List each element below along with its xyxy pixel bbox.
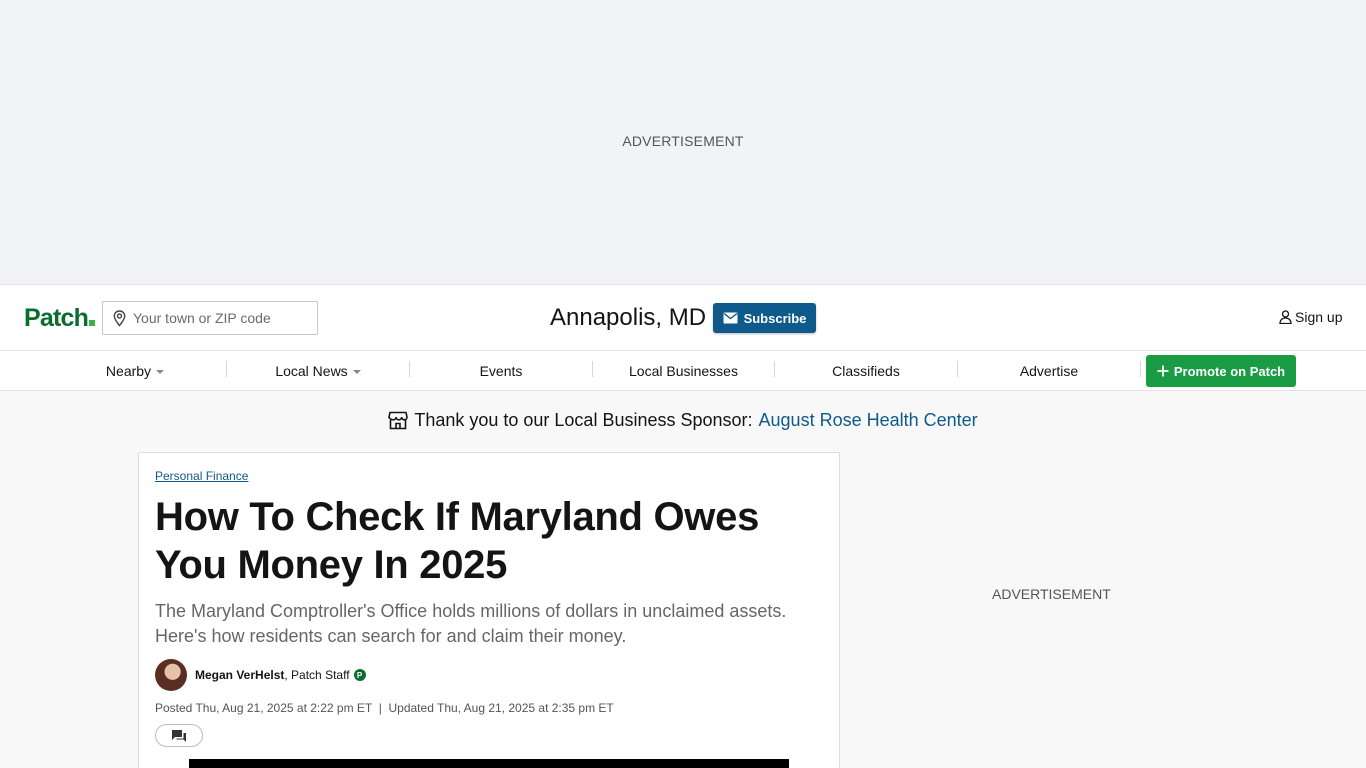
comment-icon — [172, 729, 186, 742]
nav-item-local-news[interactable]: Local News — [227, 351, 409, 391]
plus-icon — [1157, 365, 1169, 377]
zip-search-input[interactable] — [133, 310, 303, 326]
site-header: Patch Annapolis, MD Subscribe Sign up — [0, 284, 1366, 351]
article-dates: Posted Thu, Aug 21, 2025 at 2:22 pm ET |… — [155, 701, 614, 715]
mail-icon — [723, 312, 738, 324]
storefront-icon — [388, 411, 409, 430]
nav-item-events[interactable]: Events — [410, 351, 592, 391]
category-link[interactable]: Personal Finance — [155, 469, 248, 483]
subscribe-label: Subscribe — [743, 310, 807, 326]
byline: Megan VerHelst , Patch Staff P — [155, 659, 366, 691]
nav-label: Events — [479, 363, 523, 379]
nav-label: Local Businesses — [629, 363, 738, 379]
logo-dot — [89, 320, 96, 326]
promote-label: Promote on Patch — [1173, 363, 1286, 379]
author-role: , Patch Staff — [284, 668, 350, 682]
sign-up-label: Sign up — [1295, 309, 1343, 325]
top-advertisement: ADVERTISEMENT — [0, 0, 1366, 284]
nav-label: Advertise — [1019, 363, 1079, 379]
author-name[interactable]: Megan VerHelst — [195, 668, 284, 682]
sponsor-banner: Thank you to our Local Business Sponsor:… — [0, 410, 1366, 431]
sponsor-text: Thank you to our Local Business Sponsor: — [414, 410, 753, 430]
nav-item-advertise[interactable]: Advertise — [958, 351, 1140, 391]
user-icon — [1279, 310, 1292, 324]
town-name[interactable]: Annapolis, MD — [550, 304, 706, 332]
author-avatar[interactable] — [155, 659, 187, 691]
article-media[interactable] — [189, 759, 789, 768]
nav-label: Nearby — [105, 363, 152, 379]
nav-divider — [1140, 361, 1141, 377]
nav-item-local-businesses[interactable]: Local Businesses — [593, 351, 774, 391]
sidebar-advertisement-label: ADVERTISEMENT — [992, 586, 1111, 602]
sponsor-link[interactable]: August Rose Health Center — [759, 410, 978, 431]
advertisement-label: ADVERTISEMENT — [622, 133, 744, 149]
article-headline: How To Check If Maryland Owes You Money … — [155, 495, 760, 587]
subscribe-button[interactable]: Subscribe — [713, 303, 816, 333]
article-dek: The Maryland Comptroller's Office holds … — [155, 601, 787, 646]
nav-item-nearby[interactable]: Nearby — [44, 351, 226, 391]
logo-text: Patch — [24, 304, 89, 332]
sign-up-link[interactable]: Sign up — [1279, 309, 1342, 325]
chevron-down-icon — [156, 370, 165, 374]
main-navigation: Nearby Local News Events Local Businesse… — [0, 351, 1366, 391]
nav-item-classifieds[interactable]: Classifieds — [775, 351, 957, 391]
map-pin-icon — [113, 309, 126, 327]
chevron-down-icon — [352, 370, 361, 374]
nav-label: Classifieds — [832, 363, 900, 379]
patch-logo[interactable]: Patch — [24, 304, 96, 332]
patch-staff-badge-icon: P — [353, 669, 366, 681]
comments-button[interactable] — [155, 724, 203, 747]
article-card: Personal Finance How To Check If Marylan… — [138, 452, 840, 768]
location-search[interactable] — [102, 301, 318, 335]
nav-label: Local News — [275, 363, 348, 379]
promote-on-patch-button[interactable]: Promote on Patch — [1146, 355, 1296, 387]
